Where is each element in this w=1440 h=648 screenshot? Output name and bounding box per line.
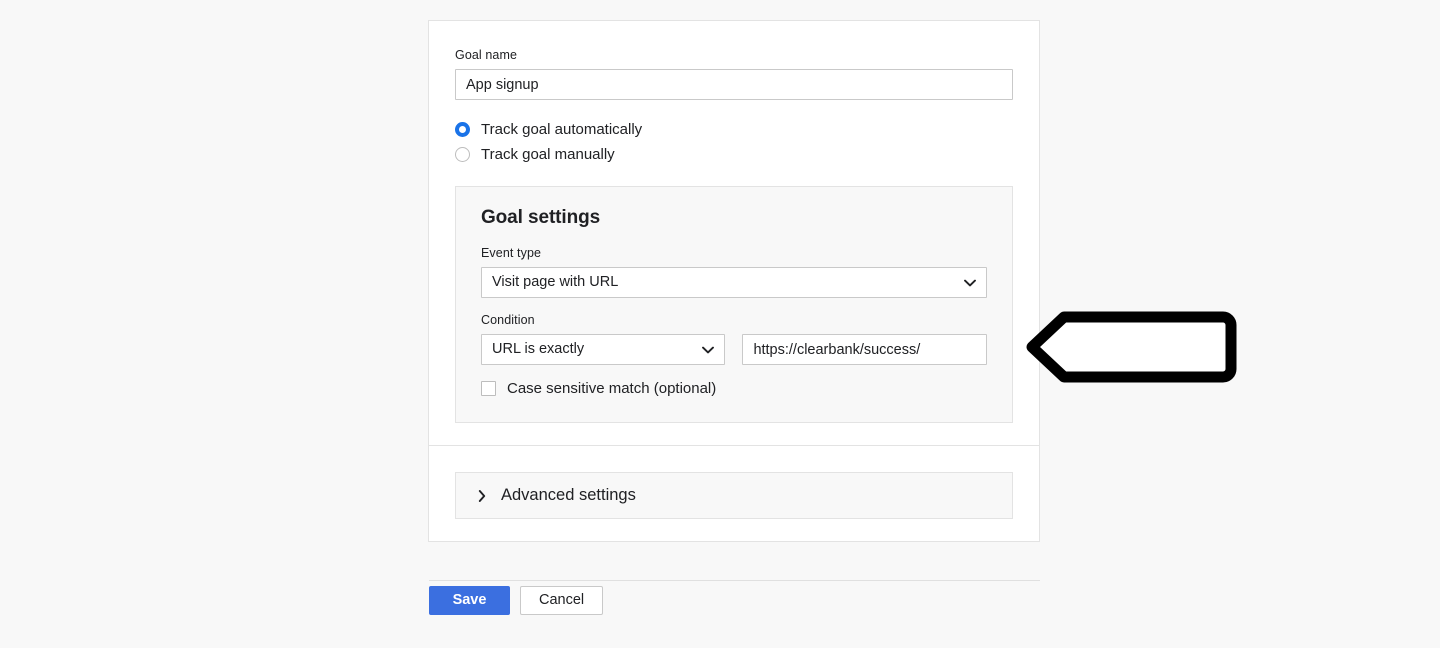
condition-url-input[interactable]	[742, 334, 987, 365]
case-sensitive-label: Case sensitive match (optional)	[507, 380, 717, 397]
condition-label: Condition	[481, 313, 535, 327]
case-sensitive-checkbox[interactable]	[481, 381, 496, 396]
event-type-select-container: Visit page with URL	[481, 267, 987, 298]
advanced-settings-toggle[interactable]: Advanced settings	[455, 472, 1013, 519]
goal-name-input[interactable]	[455, 69, 1013, 100]
advanced-settings-label: Advanced settings	[501, 486, 636, 504]
radio-selected-icon[interactable]	[455, 122, 470, 137]
condition-select-wrap: URL is exactly	[481, 334, 726, 365]
case-sensitive-checkbox-row[interactable]: Case sensitive match (optional)	[481, 379, 987, 398]
left-arrow-annotation-icon	[1018, 306, 1238, 390]
advanced-section: Advanced settings	[429, 446, 1039, 541]
footer-divider	[429, 580, 1040, 581]
goal-name-label: Goal name	[455, 48, 518, 62]
condition-row: URL is exactly	[481, 334, 987, 365]
radio-option-label: Track goal automatically	[481, 121, 643, 138]
radio-unselected-icon[interactable]	[455, 147, 470, 162]
goal-settings-panel: Goal settings Event type Visit page with…	[455, 186, 1013, 423]
footer-actions: Save Cancel	[429, 586, 604, 615]
event-type-label: Event type	[481, 246, 542, 260]
goal-main-section: Goal name Track goal automatically Track…	[429, 21, 1039, 445]
goal-settings-title: Goal settings	[481, 207, 601, 228]
radio-option-track-automatically[interactable]: Track goal automatically	[455, 117, 1013, 142]
goal-editor-card: Goal name Track goal automatically Track…	[428, 20, 1040, 542]
radio-option-label: Track goal manually	[481, 146, 615, 163]
chevron-right-icon	[478, 489, 486, 502]
event-type-select[interactable]: Visit page with URL	[481, 267, 987, 298]
event-type-select-wrap: Visit page with URL	[481, 267, 987, 298]
condition-select[interactable]: URL is exactly	[481, 334, 726, 365]
cancel-button[interactable]: Cancel	[520, 586, 604, 615]
goal-name-field-group: Goal name	[455, 47, 1013, 100]
tracking-mode-radio-group: Track goal automatically Track goal manu…	[455, 117, 1013, 167]
condition-field-group: Condition URL is exactly https://clearba…	[481, 312, 987, 398]
save-button[interactable]: Save	[429, 586, 510, 615]
event-type-field-group: Event type Visit page with URL	[481, 245, 987, 298]
radio-option-track-manually[interactable]: Track goal manually	[455, 142, 1013, 167]
